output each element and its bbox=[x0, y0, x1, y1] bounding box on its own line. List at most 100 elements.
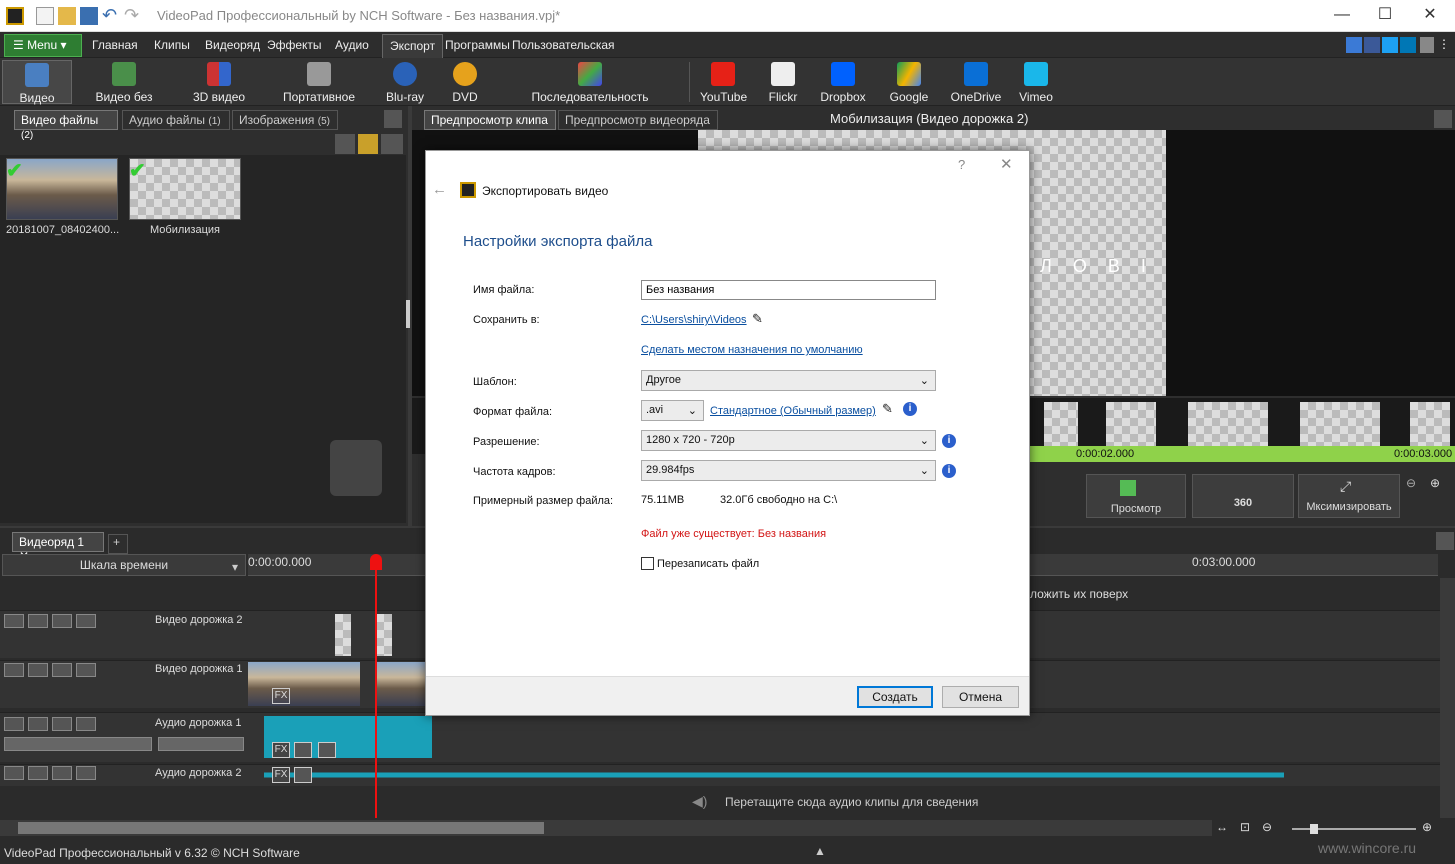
format-preset-link[interactable]: Стандартное (Обычный размер) bbox=[710, 405, 876, 417]
tab-audio[interactable]: Аудио bbox=[335, 38, 369, 52]
pencil-icon[interactable]: ✎ bbox=[882, 401, 893, 417]
help-icon[interactable] bbox=[1420, 37, 1434, 53]
dialog-close-button[interactable]: ✕ bbox=[1000, 155, 1013, 173]
speaker-icon[interactable] bbox=[28, 766, 48, 780]
undock-icon[interactable] bbox=[1436, 532, 1454, 550]
settings-icon[interactable] bbox=[52, 663, 72, 677]
list-view-icon[interactable] bbox=[381, 134, 403, 154]
tab-audio-files[interactable]: Аудио файлы (1) bbox=[122, 110, 230, 130]
maximize-button[interactable]: ☐ bbox=[1363, 0, 1407, 32]
mute-icon[interactable] bbox=[294, 742, 312, 758]
export-youtube-button[interactable]: YouTube bbox=[700, 60, 747, 104]
export-lossless-button[interactable]: Видео без потерь bbox=[76, 60, 172, 118]
export-video-file-button[interactable]: Видео файл bbox=[2, 60, 72, 119]
framerate-select[interactable]: 29.984fps ⌄ bbox=[641, 460, 936, 481]
tab-clips[interactable]: Клипы bbox=[154, 38, 190, 52]
volume-slider[interactable] bbox=[4, 737, 152, 751]
scrollbar-thumb[interactable] bbox=[18, 822, 544, 834]
lock-icon[interactable] bbox=[76, 663, 96, 677]
info-icon[interactable]: i bbox=[942, 464, 956, 478]
close-button[interactable]: ✕ bbox=[1408, 0, 1452, 32]
export-dvd-button[interactable]: DVD bbox=[442, 60, 488, 104]
twitter-icon[interactable] bbox=[1382, 37, 1398, 53]
tab-export[interactable]: Экспорт bbox=[382, 34, 444, 58]
back-arrow-icon[interactable]: ← bbox=[432, 181, 447, 198]
fx-button[interactable]: FX bbox=[272, 767, 290, 783]
loop-icon[interactable] bbox=[318, 742, 336, 758]
export-bluray-button[interactable]: Blu-ray bbox=[382, 60, 428, 104]
template-select[interactable]: Другое ⌄ bbox=[641, 370, 936, 391]
splitter-handle[interactable] bbox=[406, 300, 410, 328]
like-icon[interactable] bbox=[1346, 37, 1362, 53]
export-flickr-button[interactable]: Flickr bbox=[762, 60, 804, 104]
zoom-out-icon[interactable]: ⊖ bbox=[1262, 820, 1280, 836]
linkedin-icon[interactable] bbox=[1400, 37, 1416, 53]
settings-icon[interactable] bbox=[52, 766, 72, 780]
info-icon[interactable]: i bbox=[903, 402, 917, 416]
pan-slider[interactable] bbox=[158, 737, 244, 751]
trash-icon[interactable] bbox=[335, 134, 355, 154]
tab-sequence[interactable]: Видеоряд bbox=[205, 38, 260, 52]
speaker-icon[interactable] bbox=[28, 717, 48, 731]
expand-panel-icon[interactable]: ▲ bbox=[814, 844, 826, 858]
tab-clip-preview[interactable]: Предпросмотр клипа bbox=[424, 110, 556, 130]
undock-icon[interactable] bbox=[1434, 110, 1452, 128]
collapse-icon[interactable] bbox=[4, 663, 24, 677]
tab-sequence-preview[interactable]: Предпросмотр видеоряда bbox=[558, 110, 718, 130]
zoom-slider-thumb[interactable] bbox=[1310, 824, 1318, 834]
clip-thumbnail[interactable] bbox=[129, 158, 241, 220]
zoom-in-icon[interactable]: ⊕ bbox=[1430, 476, 1448, 494]
set-default-destination-link[interactable]: Сделать местом назначения по умолчанию bbox=[641, 344, 863, 356]
minimize-button[interactable]: — bbox=[1320, 0, 1364, 32]
zoom-fit-icon[interactable]: ⊡ bbox=[1240, 820, 1258, 836]
filename-input[interactable] bbox=[641, 280, 936, 300]
tab-custom[interactable]: Пользовательская bbox=[512, 38, 615, 52]
cancel-button[interactable]: Отмена bbox=[942, 686, 1019, 708]
fx-button[interactable]: FX bbox=[272, 742, 290, 758]
tab-effects[interactable]: Эффекты bbox=[267, 38, 322, 52]
undo-icon[interactable]: ↶ bbox=[102, 6, 120, 25]
timeline-scale-dropdown[interactable]: Шкала времени bbox=[2, 554, 246, 576]
expand-icon[interactable] bbox=[4, 766, 24, 780]
fit-icon[interactable]: ↔ bbox=[1216, 820, 1234, 836]
lock-icon[interactable] bbox=[76, 614, 96, 628]
export-image-sequence-button[interactable]: Последовательность изображений bbox=[498, 60, 682, 118]
export-google-drive-button[interactable]: Google Drive bbox=[876, 60, 942, 118]
main-menu-button[interactable]: ☰ Menu ▾ bbox=[4, 34, 82, 57]
timeline-clip[interactable] bbox=[376, 614, 392, 656]
undock-icon[interactable] bbox=[384, 110, 402, 128]
collapse-icon[interactable] bbox=[4, 614, 24, 628]
open-folder-icon[interactable] bbox=[58, 7, 76, 25]
redo-icon[interactable]: ↷ bbox=[124, 6, 142, 25]
360-button[interactable]: 360 bbox=[1192, 474, 1294, 518]
info-icon[interactable]: i bbox=[942, 434, 956, 448]
tab-images[interactable]: Изображения (5) bbox=[232, 110, 338, 130]
save-icon[interactable] bbox=[80, 7, 98, 25]
export-dropbox-button[interactable]: Dropbox bbox=[818, 60, 868, 104]
more-icon[interactable]: ⋮ bbox=[1438, 37, 1450, 53]
tab-sequence-1[interactable]: Видеоряд 1 ✕ bbox=[12, 532, 104, 563]
save-path-link[interactable]: C:\Users\shiry\Videos bbox=[641, 314, 747, 326]
new-file-icon[interactable] bbox=[36, 7, 54, 25]
pencil-icon[interactable]: ✎ bbox=[752, 311, 763, 327]
tab-video-files[interactable]: Видео файлы (2) bbox=[14, 110, 118, 141]
settings-icon[interactable] bbox=[52, 717, 72, 731]
zoom-in-icon[interactable]: ⊕ bbox=[1422, 820, 1440, 836]
timeline-clip[interactable] bbox=[248, 662, 360, 706]
collapse-icon[interactable] bbox=[4, 717, 24, 731]
timeline-clip[interactable] bbox=[335, 614, 351, 656]
audio-waveform[interactable] bbox=[264, 766, 1284, 784]
lock-icon[interactable] bbox=[76, 717, 96, 731]
export-3d-button[interactable]: 3D видео файл bbox=[178, 60, 260, 118]
fx-button[interactable]: FX bbox=[272, 688, 290, 704]
lock-icon[interactable] bbox=[76, 766, 96, 780]
eye-icon[interactable] bbox=[28, 614, 48, 628]
overwrite-checkbox[interactable] bbox=[641, 557, 654, 570]
eye-icon[interactable] bbox=[28, 663, 48, 677]
settings-icon[interactable] bbox=[52, 614, 72, 628]
add-sequence-button[interactable]: + bbox=[108, 534, 128, 554]
facebook-icon[interactable] bbox=[1364, 37, 1380, 53]
tab-programs[interactable]: Программы bbox=[445, 38, 510, 52]
clip-thumbnail[interactable] bbox=[6, 158, 118, 220]
create-button[interactable]: Создать bbox=[857, 686, 933, 708]
